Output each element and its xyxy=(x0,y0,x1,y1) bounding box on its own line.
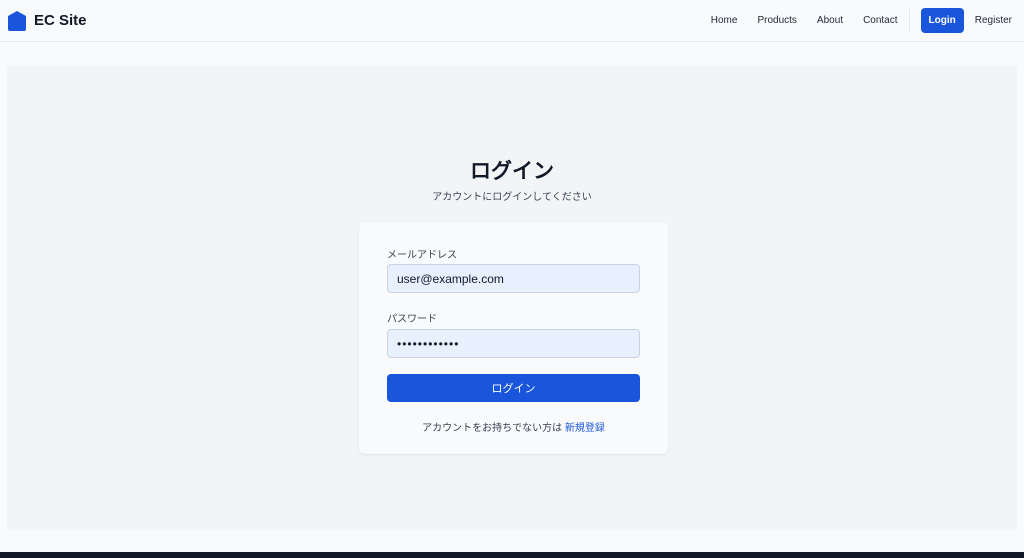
page-subtitle: アカウントにログインしてください xyxy=(432,192,592,203)
main-nav: Home Products About Contact Login Regist… xyxy=(691,8,1012,33)
email-label: メールアドレス xyxy=(387,250,457,261)
password-input[interactable] xyxy=(387,329,640,358)
signup-link[interactable]: 新規登録 xyxy=(565,423,605,434)
nav-contact[interactable]: Contact xyxy=(863,15,897,26)
brand[interactable]: EC Site xyxy=(8,10,87,31)
shield-logo-icon xyxy=(8,10,26,31)
register-link[interactable]: Register xyxy=(975,15,1012,26)
no-account-text: アカウントをお持ちでない方は xyxy=(422,423,563,434)
nav-products[interactable]: Products xyxy=(757,15,796,26)
password-label: パスワード xyxy=(387,314,437,325)
nav-divider xyxy=(908,8,910,33)
signup-prompt: アカウントをお持ちでない方は 新規登録 xyxy=(359,419,668,434)
footer-bar xyxy=(0,552,1024,558)
nav-home[interactable]: Home xyxy=(711,15,738,26)
login-button[interactable]: Login xyxy=(920,8,964,33)
login-submit-button[interactable]: ログイン xyxy=(387,374,640,402)
nav-about[interactable]: About xyxy=(817,15,843,26)
navbar: EC Site Home Products About Contact Logi… xyxy=(0,0,1024,42)
brand-name: EC Site xyxy=(34,12,87,29)
page-title: ログイン xyxy=(470,160,554,183)
login-form-card: メールアドレス パスワード ログイン アカウントをお持ちでない方は 新規登録 xyxy=(359,222,668,454)
email-input[interactable] xyxy=(387,264,640,293)
